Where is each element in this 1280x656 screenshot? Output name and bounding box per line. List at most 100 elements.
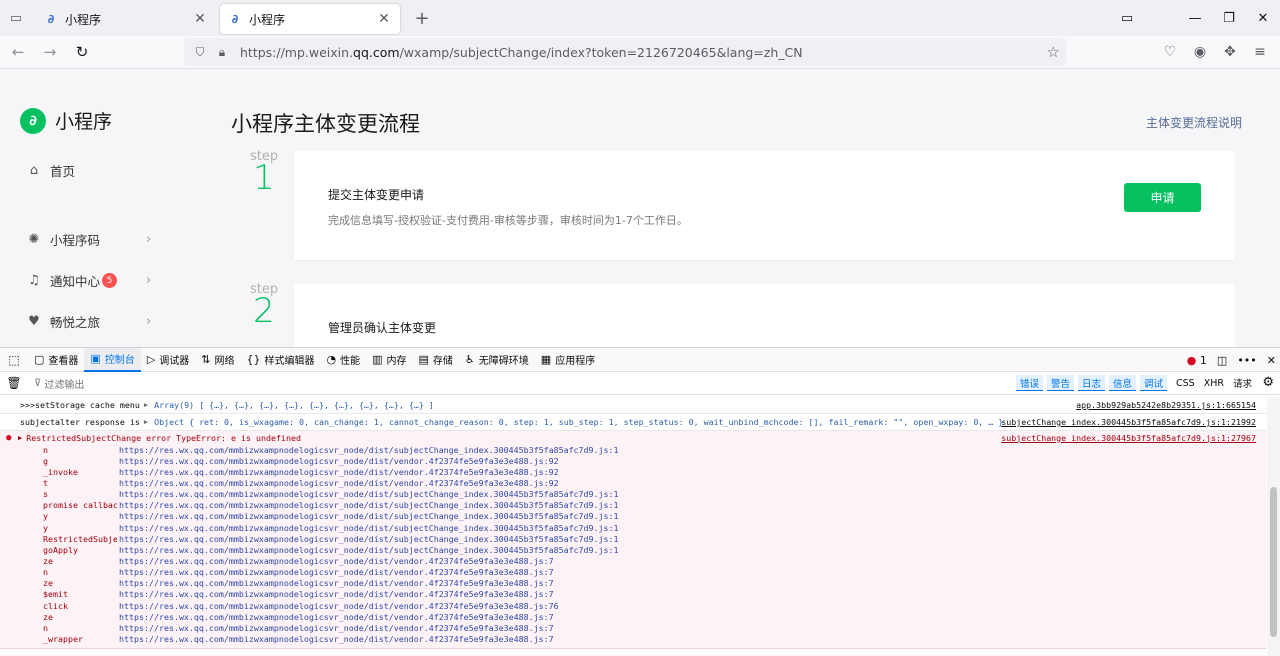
frame-url-link[interactable]: https://res.wx.qq.com/mmbizwxampnodelogi… (119, 634, 554, 644)
help-link[interactable]: 主体变更流程说明 (1146, 114, 1242, 131)
frame-url-link[interactable]: https://res.wx.qq.com/mmbizwxampnodelogi… (119, 511, 619, 521)
address-bar[interactable]: ⛉ 🔒︎ https://mp.weixin.qq.com/wxamp/subj… (184, 38, 1066, 66)
log-object[interactable]: Object { ret: 0, is_wxagame: 0, can_chan… (154, 417, 1003, 427)
expand-triangle-icon[interactable]: ▶ (144, 401, 148, 409)
close-tab-icon[interactable]: ✕ (192, 11, 208, 27)
filter-requests[interactable]: 请求 (1233, 376, 1252, 390)
frame-url-link[interactable]: https://res.wx.qq.com/mmbizwxampnodelogi… (119, 578, 554, 588)
filter-css[interactable]: CSS (1176, 378, 1195, 389)
tab-strip: ▭ ∂ 小程序 ✕ ∂ 小程序 ✕ + ▭ — ❐ ✕ (0, 0, 1280, 36)
dock-icon[interactable]: ◫ (1217, 354, 1227, 367)
tab-accessibility[interactable]: ♿︎ 无障碍环境 (459, 348, 535, 372)
frame-url-link[interactable]: https://res.wx.qq.com/mmbizwxampnodelogi… (119, 545, 619, 555)
log-source-link[interactable]: app.3bb929ab5242e8b29351.js:1:665154 (1076, 400, 1256, 410)
frame-function: y (43, 511, 48, 522)
reload-button[interactable]: ↻ (68, 38, 96, 66)
lock-icon[interactable]: 🔒︎ (214, 44, 230, 60)
frame-function: ze (43, 578, 53, 589)
picture-in-picture-icon[interactable]: ▭ (1110, 0, 1144, 36)
restore-button[interactable]: ❐ (1212, 0, 1246, 36)
pocket-icon[interactable]: ♡ (1156, 38, 1184, 66)
frame-url-link[interactable]: https://res.wx.qq.com/mmbizwxampnodelogi… (119, 456, 559, 466)
error-icon: ● (1186, 353, 1197, 367)
frame-url-link[interactable]: https://res.wx.qq.com/mmbizwxampnodelogi… (119, 601, 559, 611)
back-button[interactable]: ← (4, 38, 32, 66)
shield-icon[interactable]: ⛉ (192, 44, 208, 60)
frame-url-link[interactable]: https://res.wx.qq.com/mmbizwxampnodelogi… (119, 500, 619, 510)
inspector-icon: ▢ (34, 353, 45, 366)
scrollbar-thumb[interactable] (1270, 487, 1277, 637)
menu-icon[interactable]: ≡ (1246, 38, 1274, 66)
trash-icon[interactable]: 🗑︎ (0, 376, 28, 390)
close-devtools-icon[interactable]: ✕ (1267, 354, 1276, 367)
frame-url-link[interactable]: https://res.wx.qq.com/mmbizwxampnodelogi… (119, 556, 554, 566)
frame-url-link[interactable]: https://res.wx.qq.com/mmbizwxampnodelogi… (119, 467, 559, 477)
frame-url-link[interactable]: https://res.wx.qq.com/mmbizwxampnodelogi… (119, 567, 554, 577)
close-window-button[interactable]: ✕ (1246, 0, 1280, 36)
browser-tab-active[interactable]: ∂ 小程序 ✕ (220, 4, 400, 34)
tab-console[interactable]: ▣ 控制台 (84, 347, 141, 372)
log-source-link[interactable]: subjectChange_index.300445b3f5fa85afc7d9… (1001, 417, 1256, 427)
error-counter[interactable]: ● 1 (1187, 354, 1207, 367)
frame-url-link[interactable]: https://res.wx.qq.com/mmbizwxampnodelogi… (119, 623, 554, 633)
filter-info[interactable]: 信息 (1108, 375, 1136, 391)
filter-warnings[interactable]: 警告 (1046, 375, 1074, 391)
more-options-icon[interactable]: ••• (1237, 354, 1256, 367)
tab-memory[interactable]: ▥ 内存 (366, 348, 412, 372)
tab-debugger[interactable]: ▷ 调试器 (141, 348, 195, 372)
frame-url-link[interactable]: https://res.wx.qq.com/mmbizwxampnodelogi… (119, 523, 619, 533)
console-scrollbar[interactable] (1267, 397, 1280, 656)
tab-storage[interactable]: ▤ 存储 (413, 348, 459, 372)
frame-url-link[interactable]: https://res.wx.qq.com/mmbizwxampnodelogi… (119, 478, 559, 488)
frame-url-link[interactable]: https://res.wx.qq.com/mmbizwxampnodelogi… (119, 612, 554, 622)
console-log-line: >>>setStorage cache menu ▶ Array(9) [ {…… (0, 397, 1266, 414)
stack-frame: y https://res.wx.qq.com/mmbizwxampnodelog… (0, 522, 1266, 533)
close-tab-icon[interactable]: ✕ (376, 11, 392, 27)
apply-button[interactable]: 申请 (1124, 183, 1201, 212)
url-text[interactable]: https://mp.weixin.qq.com/wxamp/subjectCh… (240, 45, 803, 60)
error-source-link[interactable]: subjectChange_index.300445b3f5fa85afc7d9… (1001, 433, 1256, 443)
sidebar-item-home[interactable]: ⌂ 首页 (26, 161, 75, 180)
filter-xhr[interactable]: XHR (1204, 378, 1224, 389)
filter-input[interactable]: 过滤输出 (44, 376, 84, 391)
tab-application[interactable]: ▦ 应用程序 (535, 348, 601, 372)
frame-url-link[interactable]: https://res.wx.qq.com/mmbizwxampnodelogi… (119, 489, 619, 499)
stack-frame: g https://res.wx.qq.com/mmbizwxampnodelog… (0, 455, 1266, 466)
tab-list-icon[interactable]: ▭ (0, 0, 32, 36)
frame-url-link[interactable]: https://res.wx.qq.com/mmbizwxampnodelogi… (119, 445, 619, 455)
forward-button[interactable]: → (36, 38, 64, 66)
logo[interactable]: ∂ 小程序 (20, 107, 112, 134)
step-title: 管理员确认主体变更 (328, 321, 437, 335)
window-controls: ▭ — ❐ ✕ (1110, 0, 1280, 36)
error-header[interactable]: ● ▶ RestrictedSubjectChange error TypeEr… (0, 431, 1266, 444)
tab-style-editor[interactable]: {} 样式编辑器 (241, 348, 321, 372)
grid-icon: ▦ (540, 353, 552, 366)
chip-icon: ▥ (372, 353, 383, 366)
braces-icon: {} (246, 353, 261, 366)
new-tab-button[interactable]: + (408, 4, 436, 32)
tab-performance[interactable]: ◔ 性能 (321, 348, 367, 372)
bookmark-star-icon[interactable]: ☆ (1047, 43, 1060, 61)
filter-errors[interactable]: 错误 (1015, 375, 1043, 391)
frame-function: ze (43, 611, 53, 622)
frame-url-link[interactable]: https://res.wx.qq.com/mmbizwxampnodelogi… (119, 534, 619, 544)
tab-inspector[interactable]: ▢ 查看器 (28, 348, 84, 372)
qrcode-icon: ✺ (28, 232, 40, 247)
expand-triangle-icon[interactable]: ▶ (144, 418, 148, 426)
element-picker-icon[interactable]: ⬚ (0, 348, 28, 372)
browser-tab[interactable]: ∂ 小程序 ✕ (36, 4, 216, 34)
frame-url-link[interactable]: https://res.wx.qq.com/mmbizwxampnodelogi… (119, 589, 554, 599)
account-icon[interactable]: ◉ (1186, 38, 1214, 66)
expand-triangle-icon[interactable]: ▶ (18, 434, 22, 442)
log-object[interactable]: Array(9) [ {…}, {…}, {…}, {…}, {…}, {…},… (154, 400, 434, 410)
tab-network[interactable]: ⇅ 网络 (195, 348, 240, 372)
frame-function: _wrapper (43, 633, 83, 644)
minimize-button[interactable]: — (1178, 0, 1212, 36)
filter-logs[interactable]: 日志 (1077, 375, 1105, 391)
sidebar-item-qrcode[interactable]: ✺ 小程序码 › (26, 230, 152, 249)
filter-debug[interactable]: 调试 (1140, 375, 1168, 391)
sidebar-item-notifications[interactable]: ♫ 通知中心 5 › (26, 271, 151, 290)
extensions-icon[interactable]: ✥ (1216, 38, 1244, 66)
sidebar-item-account[interactable]: ♥ 畅悦之旅 › (26, 312, 151, 331)
gear-icon[interactable]: ⚙ (1262, 375, 1274, 390)
